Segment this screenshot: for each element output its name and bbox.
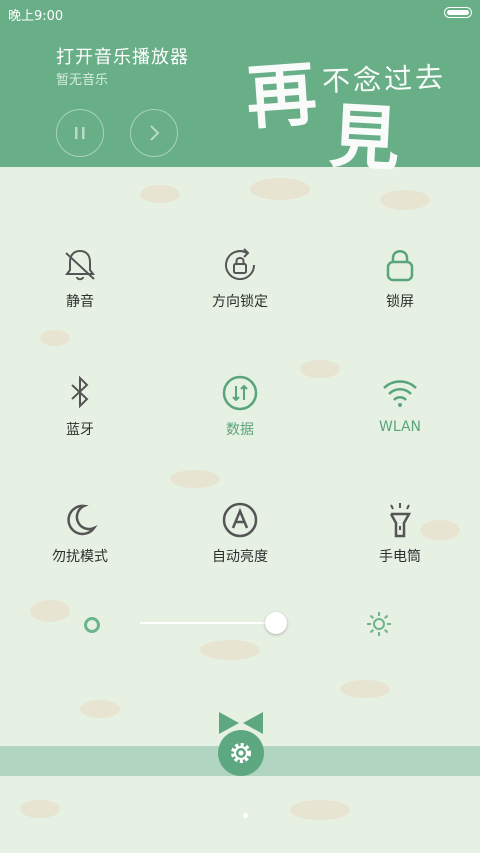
tile-mute[interactable]: 静音	[20, 245, 140, 325]
bluetooth-icon	[71, 375, 89, 409]
tile-rotation-lock-label: 方向锁定	[212, 294, 268, 310]
chevron-right-icon	[150, 125, 160, 141]
tile-bluetooth-label: 蓝牙	[66, 422, 94, 438]
auto-brightness-icon	[222, 502, 258, 538]
music-player-panel: 晚上9:00 再 見 不念过去 打开音乐播放器 暂无音乐	[0, 0, 480, 181]
brightness-slider-thumb[interactable]	[265, 612, 287, 634]
rotation-lock-icon	[225, 248, 256, 281]
flashlight-icon	[389, 503, 412, 538]
calligraphy-text: 不念过去	[321, 60, 447, 99]
lock-icon	[386, 250, 414, 282]
tile-flashlight[interactable]: 手电筒	[340, 500, 460, 580]
gear-icon	[231, 743, 251, 763]
tile-auto-brightness-label: 自动亮度	[212, 549, 268, 565]
pause-icon	[75, 127, 85, 139]
calligraphy-char-1: 再	[243, 51, 320, 140]
player-title[interactable]: 打开音乐播放器	[56, 43, 189, 69]
tile-lock-screen-label: 锁屏	[386, 294, 414, 310]
brightness-low-icon	[84, 617, 100, 633]
battery-icon	[444, 7, 472, 18]
wifi-icon	[383, 380, 417, 407]
settings-button[interactable]	[218, 730, 264, 776]
tile-mobile-data[interactable]: 数据	[180, 373, 300, 453]
tile-bluetooth[interactable]: 蓝牙	[20, 373, 140, 453]
brightness-high-icon	[367, 612, 391, 636]
tile-lock-screen[interactable]: 锁屏	[340, 245, 460, 325]
bell-off-icon	[65, 249, 95, 281]
next-button[interactable]	[130, 109, 178, 157]
tile-do-not-disturb-label: 勿扰模式	[52, 549, 108, 565]
brightness-slider-track[interactable]	[140, 622, 280, 624]
tile-mobile-data-label: 数据	[226, 422, 254, 438]
mobile-data-icon	[222, 375, 258, 411]
tile-rotation-lock[interactable]: 方向锁定	[180, 245, 300, 325]
tile-flashlight-label: 手电筒	[379, 549, 421, 565]
page-indicator-dot	[243, 813, 248, 818]
moon-icon	[67, 504, 98, 536]
tile-do-not-disturb[interactable]: 勿扰模式	[20, 500, 140, 580]
player-subtitle: 暂无音乐	[56, 73, 109, 88]
tile-wlan[interactable]: WLAN	[340, 373, 460, 453]
tile-mute-label: 静音	[66, 294, 94, 310]
pause-button[interactable]	[56, 109, 104, 157]
tile-wlan-label: WLAN	[378, 419, 421, 435]
tile-auto-brightness[interactable]: 自动亮度	[180, 500, 300, 580]
status-time: 晚上9:00	[8, 9, 64, 24]
